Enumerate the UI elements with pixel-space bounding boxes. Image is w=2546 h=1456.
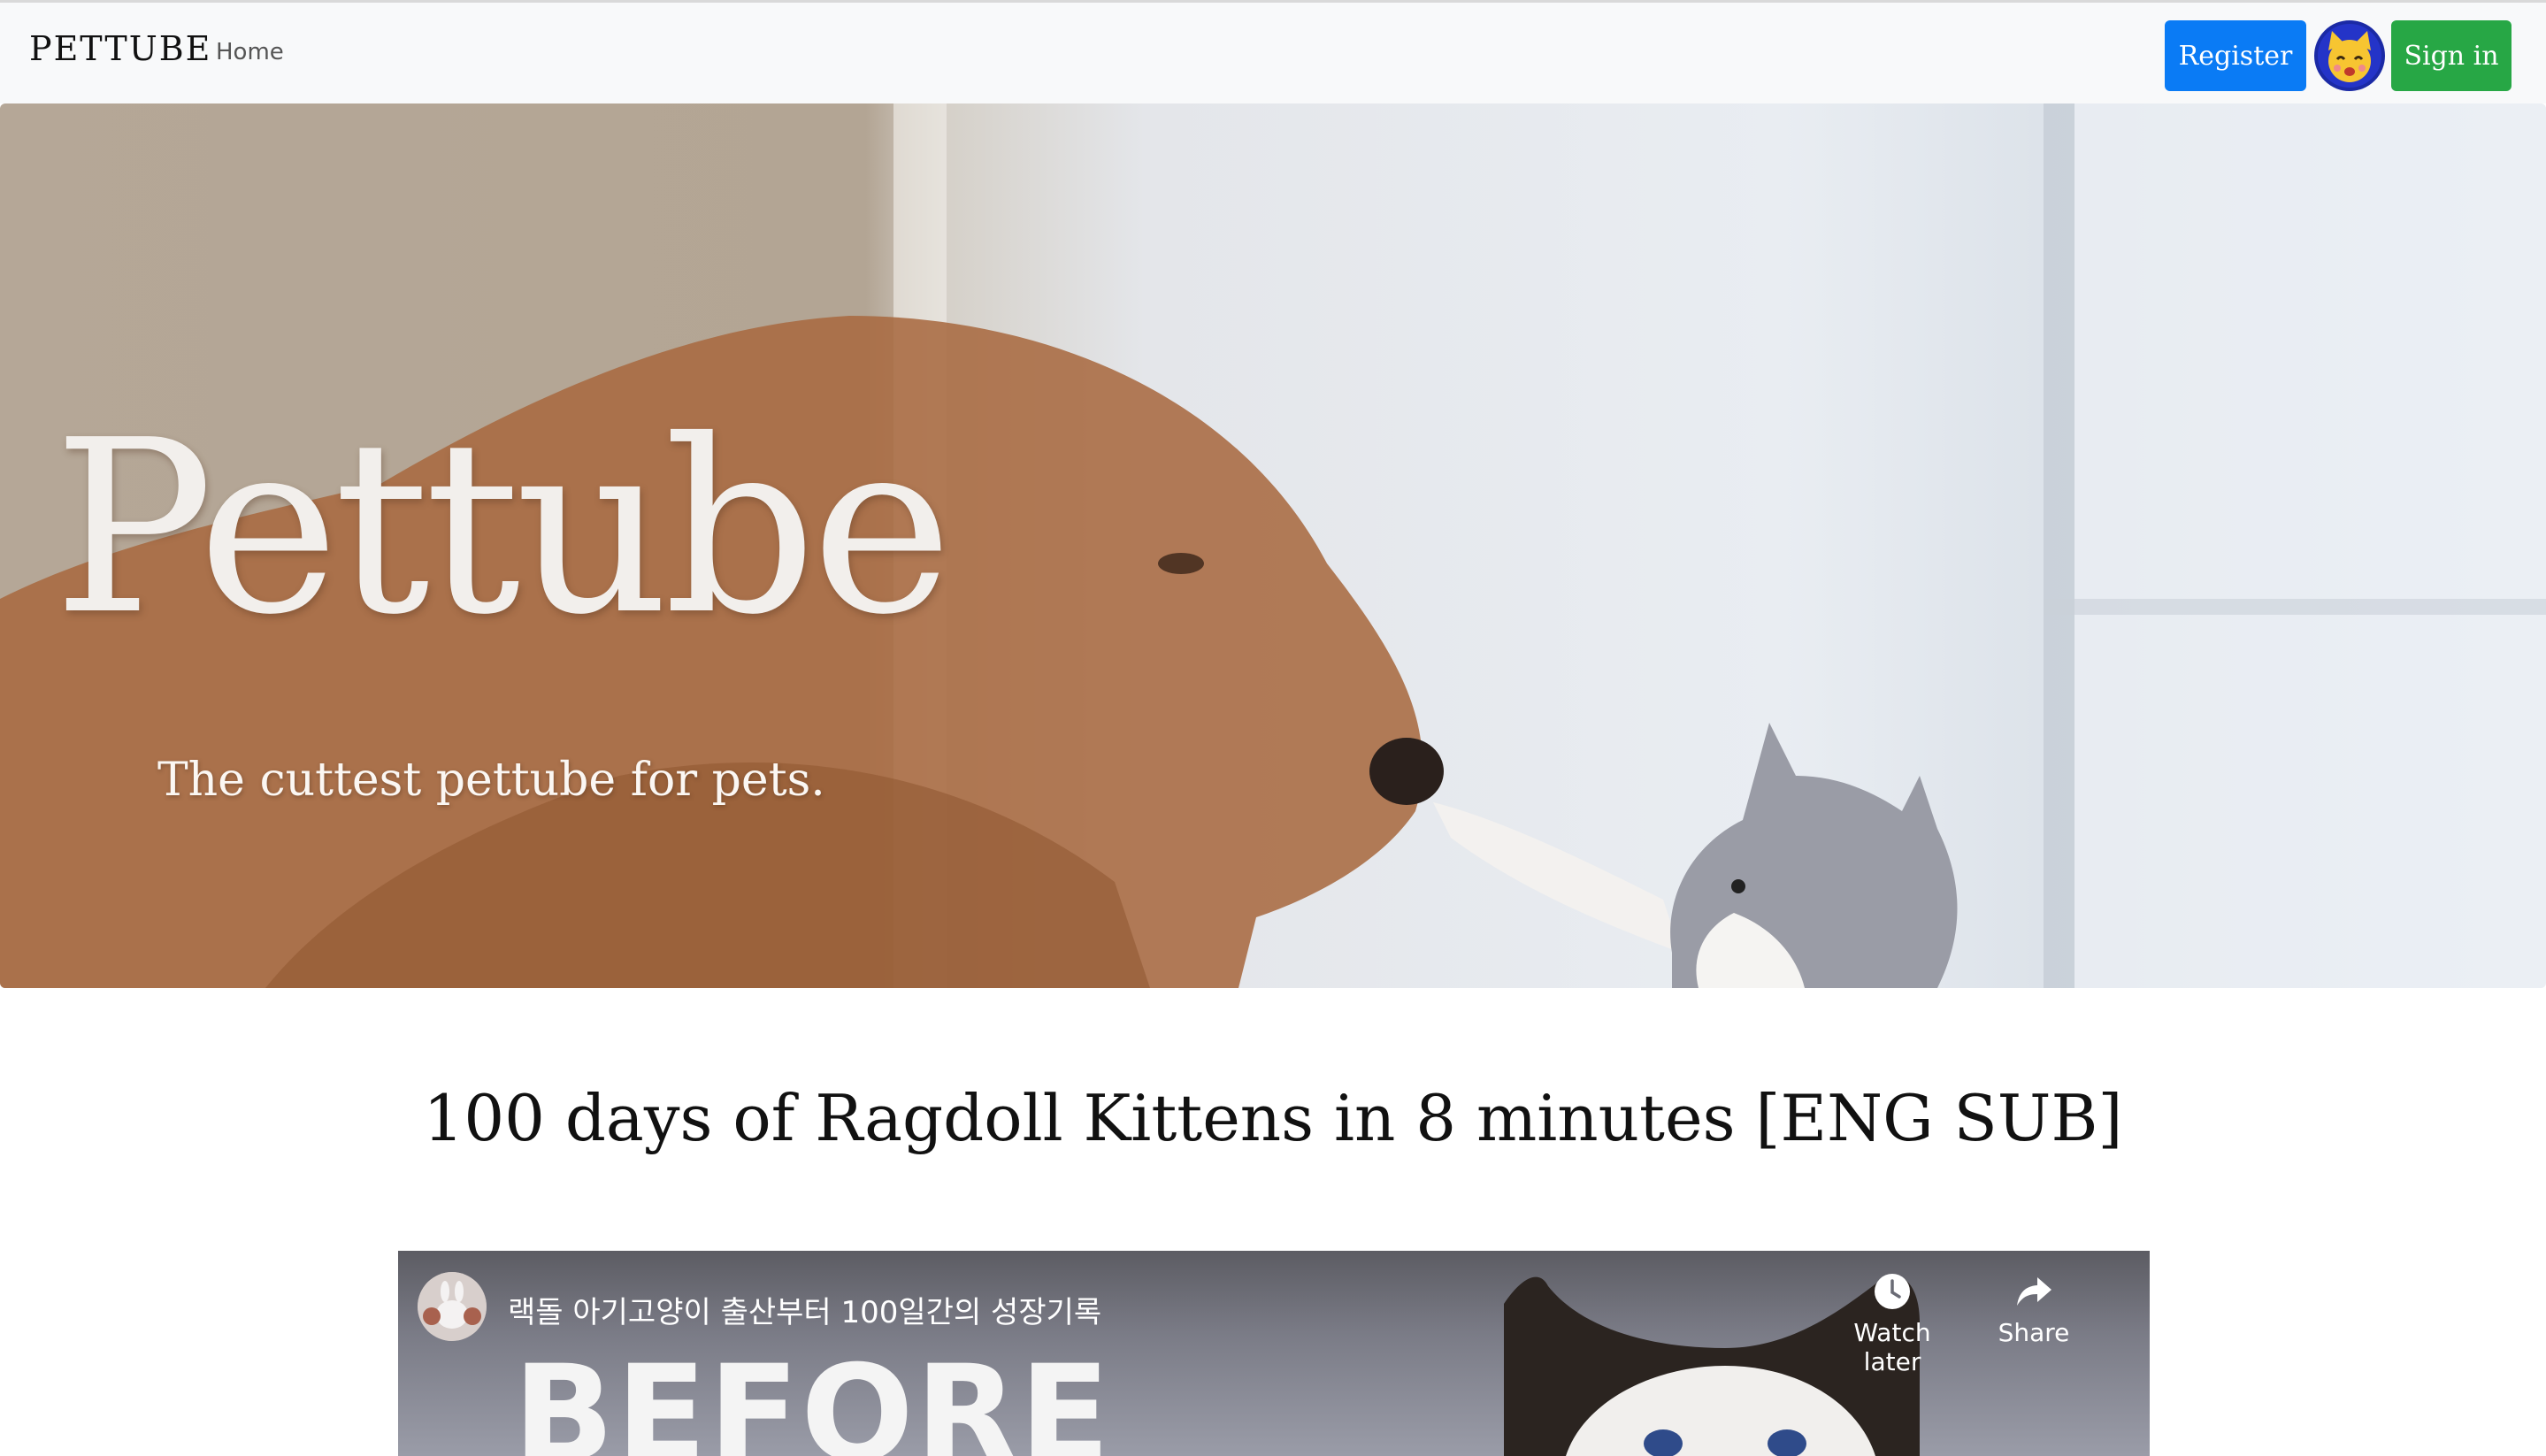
register-button[interactable]: Register [2165, 20, 2306, 91]
watch-later-label: Watch later [1853, 1318, 1931, 1376]
hero-banner: Pettube The cuttest pettube for pets. [0, 103, 2546, 988]
watch-later-button[interactable]: Watch later [1826, 1272, 1959, 1376]
embed-video-title[interactable]: 랙돌 아기고양이 출산부터 100일간의 성장기록 [508, 1288, 1101, 1331]
video-title: 100 days of Ragdoll Kittens in 8 minutes… [423, 1081, 2123, 1155]
share-arrow-icon [2017, 1277, 2051, 1306]
navbar: PETTUBE Home Register Sign in [0, 3, 2546, 103]
thumbnail-text: BEFORE [513, 1337, 1112, 1456]
brand-logo[interactable]: PETTUBE [29, 29, 211, 68]
cat-face-icon[interactable] [2314, 20, 2385, 91]
clock-icon [1875, 1274, 1910, 1309]
signin-button[interactable]: Sign in [2391, 20, 2511, 91]
channel-avatar-icon[interactable] [418, 1272, 487, 1341]
hero-subtitle: The cuttest pettube for pets. [157, 754, 825, 807]
share-label: Share [1998, 1318, 2070, 1347]
hero-title: Pettube [53, 388, 953, 667]
share-button[interactable]: Share [1967, 1272, 2100, 1347]
nav-home-link[interactable]: Home [216, 39, 284, 65]
video-player[interactable]: 랙돌 아기고양이 출산부터 100일간의 성장기록 BEFORE Watch l… [398, 1251, 2150, 1456]
